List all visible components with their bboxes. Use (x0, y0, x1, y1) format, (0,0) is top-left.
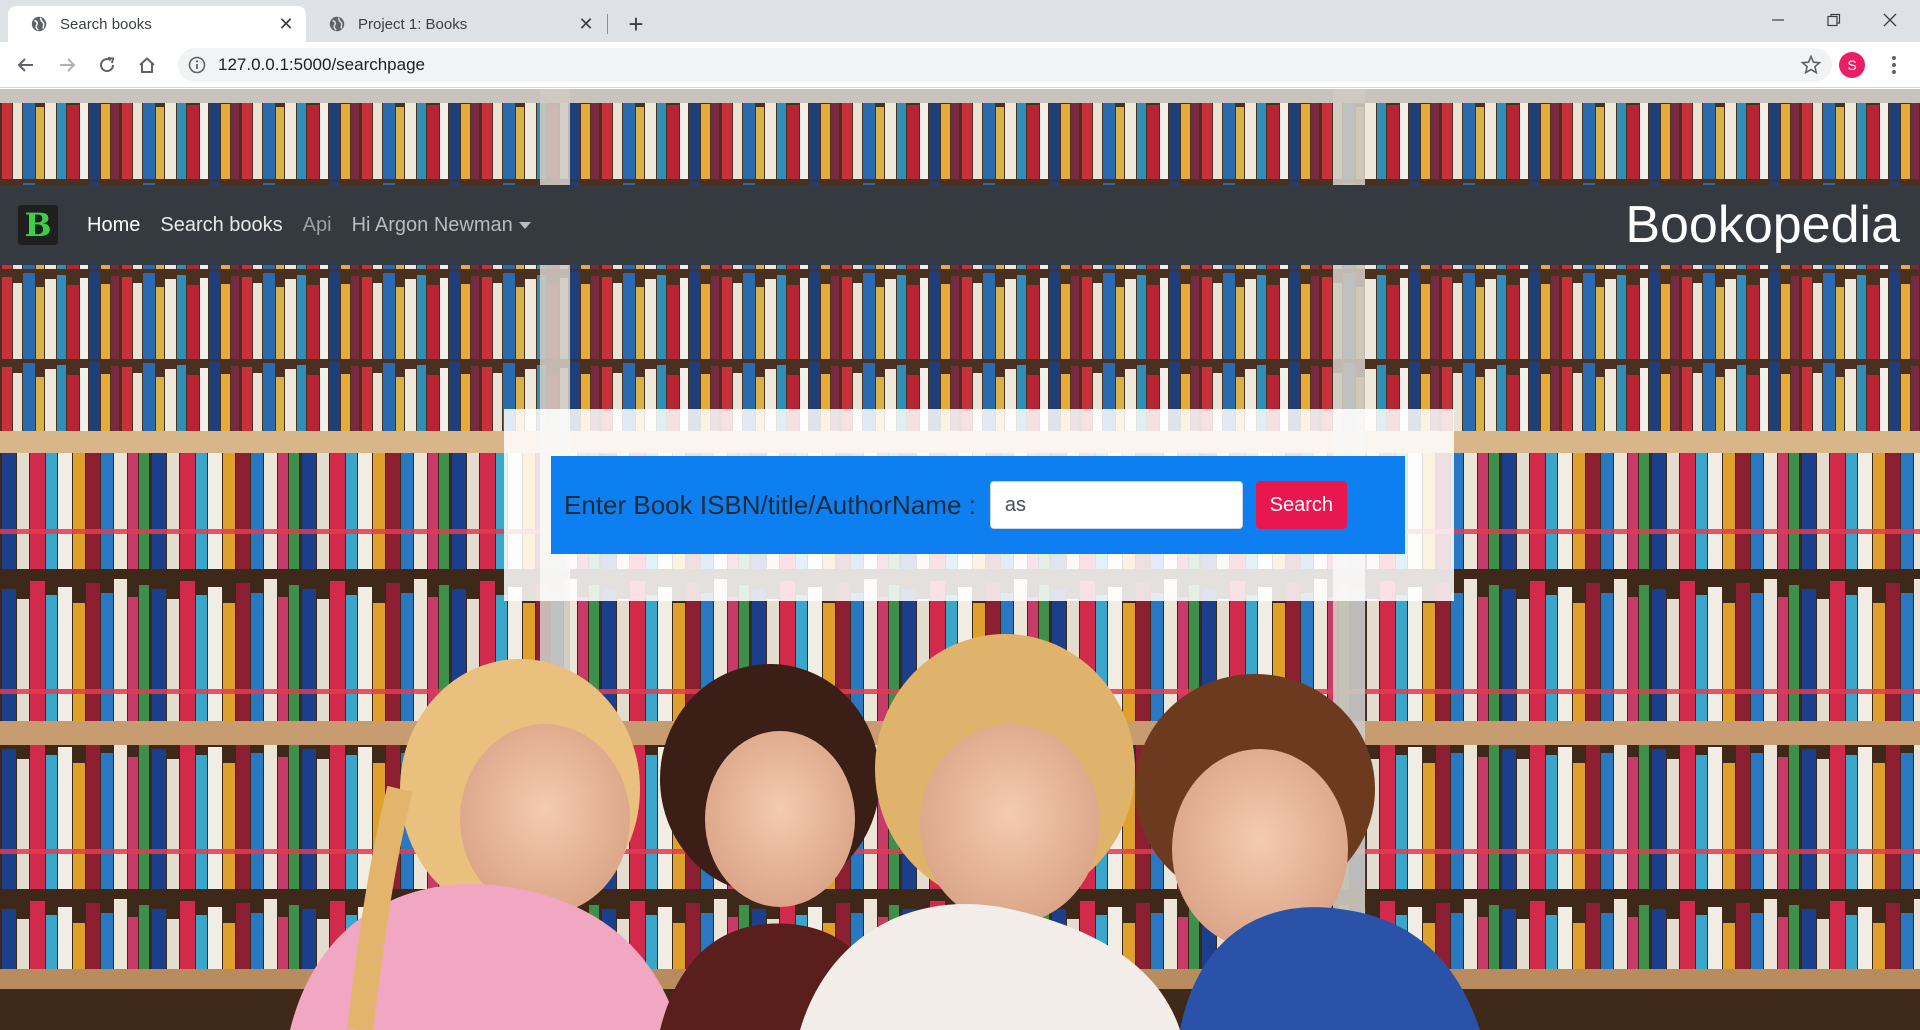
profile-avatar[interactable]: S (1839, 52, 1865, 78)
tab-title: Search books (60, 15, 152, 33)
search-input[interactable] (989, 481, 1243, 529)
forward-arrow-icon[interactable] (51, 49, 83, 81)
window-close-icon[interactable] (1862, 0, 1918, 40)
user-dropdown[interactable]: Hi Argon Newman (352, 214, 531, 237)
search-label: Enter Book ISBN/title/AuthorName : (564, 489, 976, 520)
search-button[interactable]: Search (1255, 481, 1347, 529)
nav-link-search-books[interactable]: Search books (160, 214, 282, 237)
url-text: 127.0.0.1:5000/searchpage (218, 55, 426, 74)
restore-icon[interactable] (1806, 0, 1862, 40)
new-tab-plus-icon[interactable]: + (620, 8, 652, 40)
user-greeting: Hi Argon Newman (351, 213, 513, 236)
nav-links: Home Search books Api Hi Argon Newman (87, 185, 551, 265)
nav-link-api[interactable]: Api (303, 214, 332, 237)
search-card: Enter Book ISBN/title/AuthorName : Searc… (504, 409, 1454, 601)
profile-initial: S (1847, 57, 1857, 73)
back-arrow-icon[interactable] (10, 49, 42, 81)
tab-title: Project 1: Books (358, 15, 468, 33)
bookmark-star-icon[interactable] (1800, 54, 1822, 76)
chevron-down-icon (518, 221, 531, 229)
globe-icon (329, 16, 345, 32)
tab-divider (607, 14, 608, 34)
search-form: Enter Book ISBN/title/AuthorName : Searc… (551, 456, 1405, 554)
nav-link-home[interactable]: Home (87, 214, 140, 237)
address-bar[interactable]: 127.0.0.1:5000/searchpage (178, 48, 1832, 82)
tab-project-books[interactable]: Project 1: Books ✕ (306, 6, 606, 42)
brand-letter: B (24, 206, 52, 244)
reload-icon[interactable] (91, 49, 123, 81)
globe-icon (31, 16, 47, 32)
home-icon[interactable] (131, 49, 163, 81)
browser-tabstrip: Search books ✕ Project 1: Books ✕ + (0, 0, 1920, 42)
page-viewport: B Home Search books Api Hi Argon Newman … (0, 89, 1920, 1030)
site-title: Bookopedia (1625, 196, 1900, 254)
minimize-icon[interactable] (1750, 0, 1806, 40)
info-icon[interactable] (188, 56, 206, 74)
close-icon[interactable]: ✕ (274, 12, 298, 36)
close-icon[interactable]: ✕ (574, 12, 598, 36)
browser-toolbar: 127.0.0.1:5000/searchpage S (0, 42, 1920, 88)
brand-logo[interactable]: B (18, 205, 58, 245)
site-navbar: B Home Search books Api Hi Argon Newman … (0, 185, 1920, 265)
tab-search-books[interactable]: Search books ✕ (8, 6, 306, 42)
more-menu-icon[interactable] (1878, 49, 1910, 81)
